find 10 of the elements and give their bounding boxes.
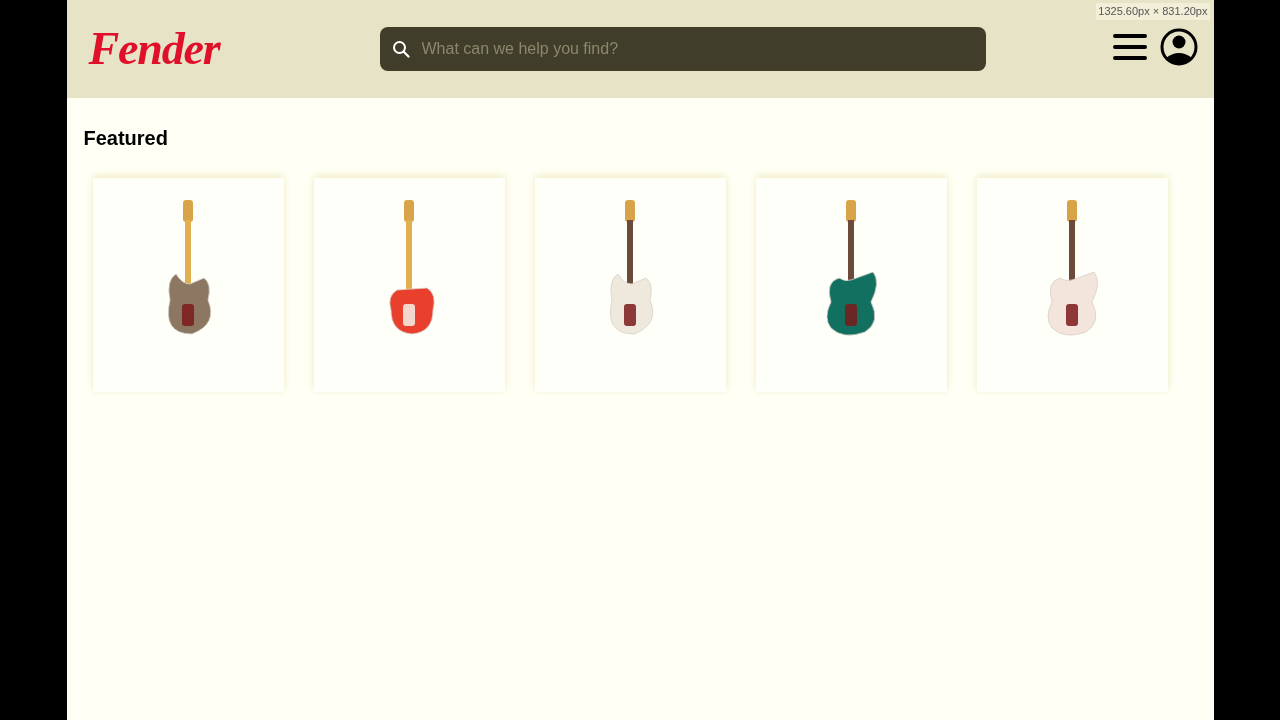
logo[interactable]: Fender [88, 26, 249, 72]
product-card[interactable] [92, 178, 284, 392]
search-icon [391, 40, 410, 58]
product-card[interactable] [313, 178, 505, 392]
section-heading: Featured [83, 126, 169, 151]
product-card[interactable] [755, 178, 947, 392]
dimensions-overlay: 1325.60px × 831.20px [1096, 3, 1210, 20]
user-icon[interactable] [1159, 28, 1198, 66]
menu-icon[interactable] [1111, 32, 1148, 62]
search-field[interactable]: What can we help you find? [379, 27, 986, 71]
